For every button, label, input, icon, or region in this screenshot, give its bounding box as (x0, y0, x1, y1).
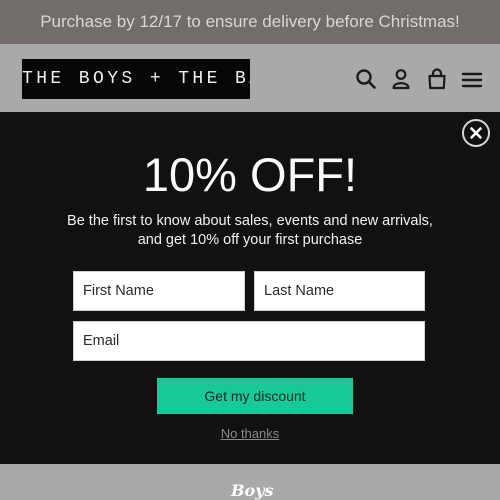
popup-title: 10% OFF! (142, 148, 358, 201)
footer-logo: Boys (231, 481, 274, 500)
search-icon[interactable] (353, 66, 379, 92)
first-name-field[interactable] (73, 271, 245, 311)
close-button[interactable] (462, 119, 490, 147)
cart-icon[interactable] (424, 66, 450, 92)
close-icon (470, 127, 482, 139)
announcement-text: Purchase by 12/17 to ensure delivery bef… (40, 12, 460, 31)
user-icon[interactable] (388, 66, 414, 92)
menu-icon[interactable] (459, 66, 485, 92)
email-field[interactable] (73, 321, 425, 361)
popup-subtitle: Be the first to know about sales, events… (67, 213, 433, 248)
store-logo[interactable]: THE BOYS + THE BABE (22, 59, 250, 99)
no-thanks-link[interactable]: No thanks (0, 426, 500, 441)
announcement-bar: Purchase by 12/17 to ensure delivery bef… (0, 0, 500, 44)
last-name-field[interactable] (254, 271, 425, 311)
store-logo-text: THE BOYS + THE BABE (22, 69, 250, 89)
get-discount-button[interactable]: Get my discount (157, 378, 353, 414)
site-header: THE BOYS + THE BABE (0, 44, 500, 112)
